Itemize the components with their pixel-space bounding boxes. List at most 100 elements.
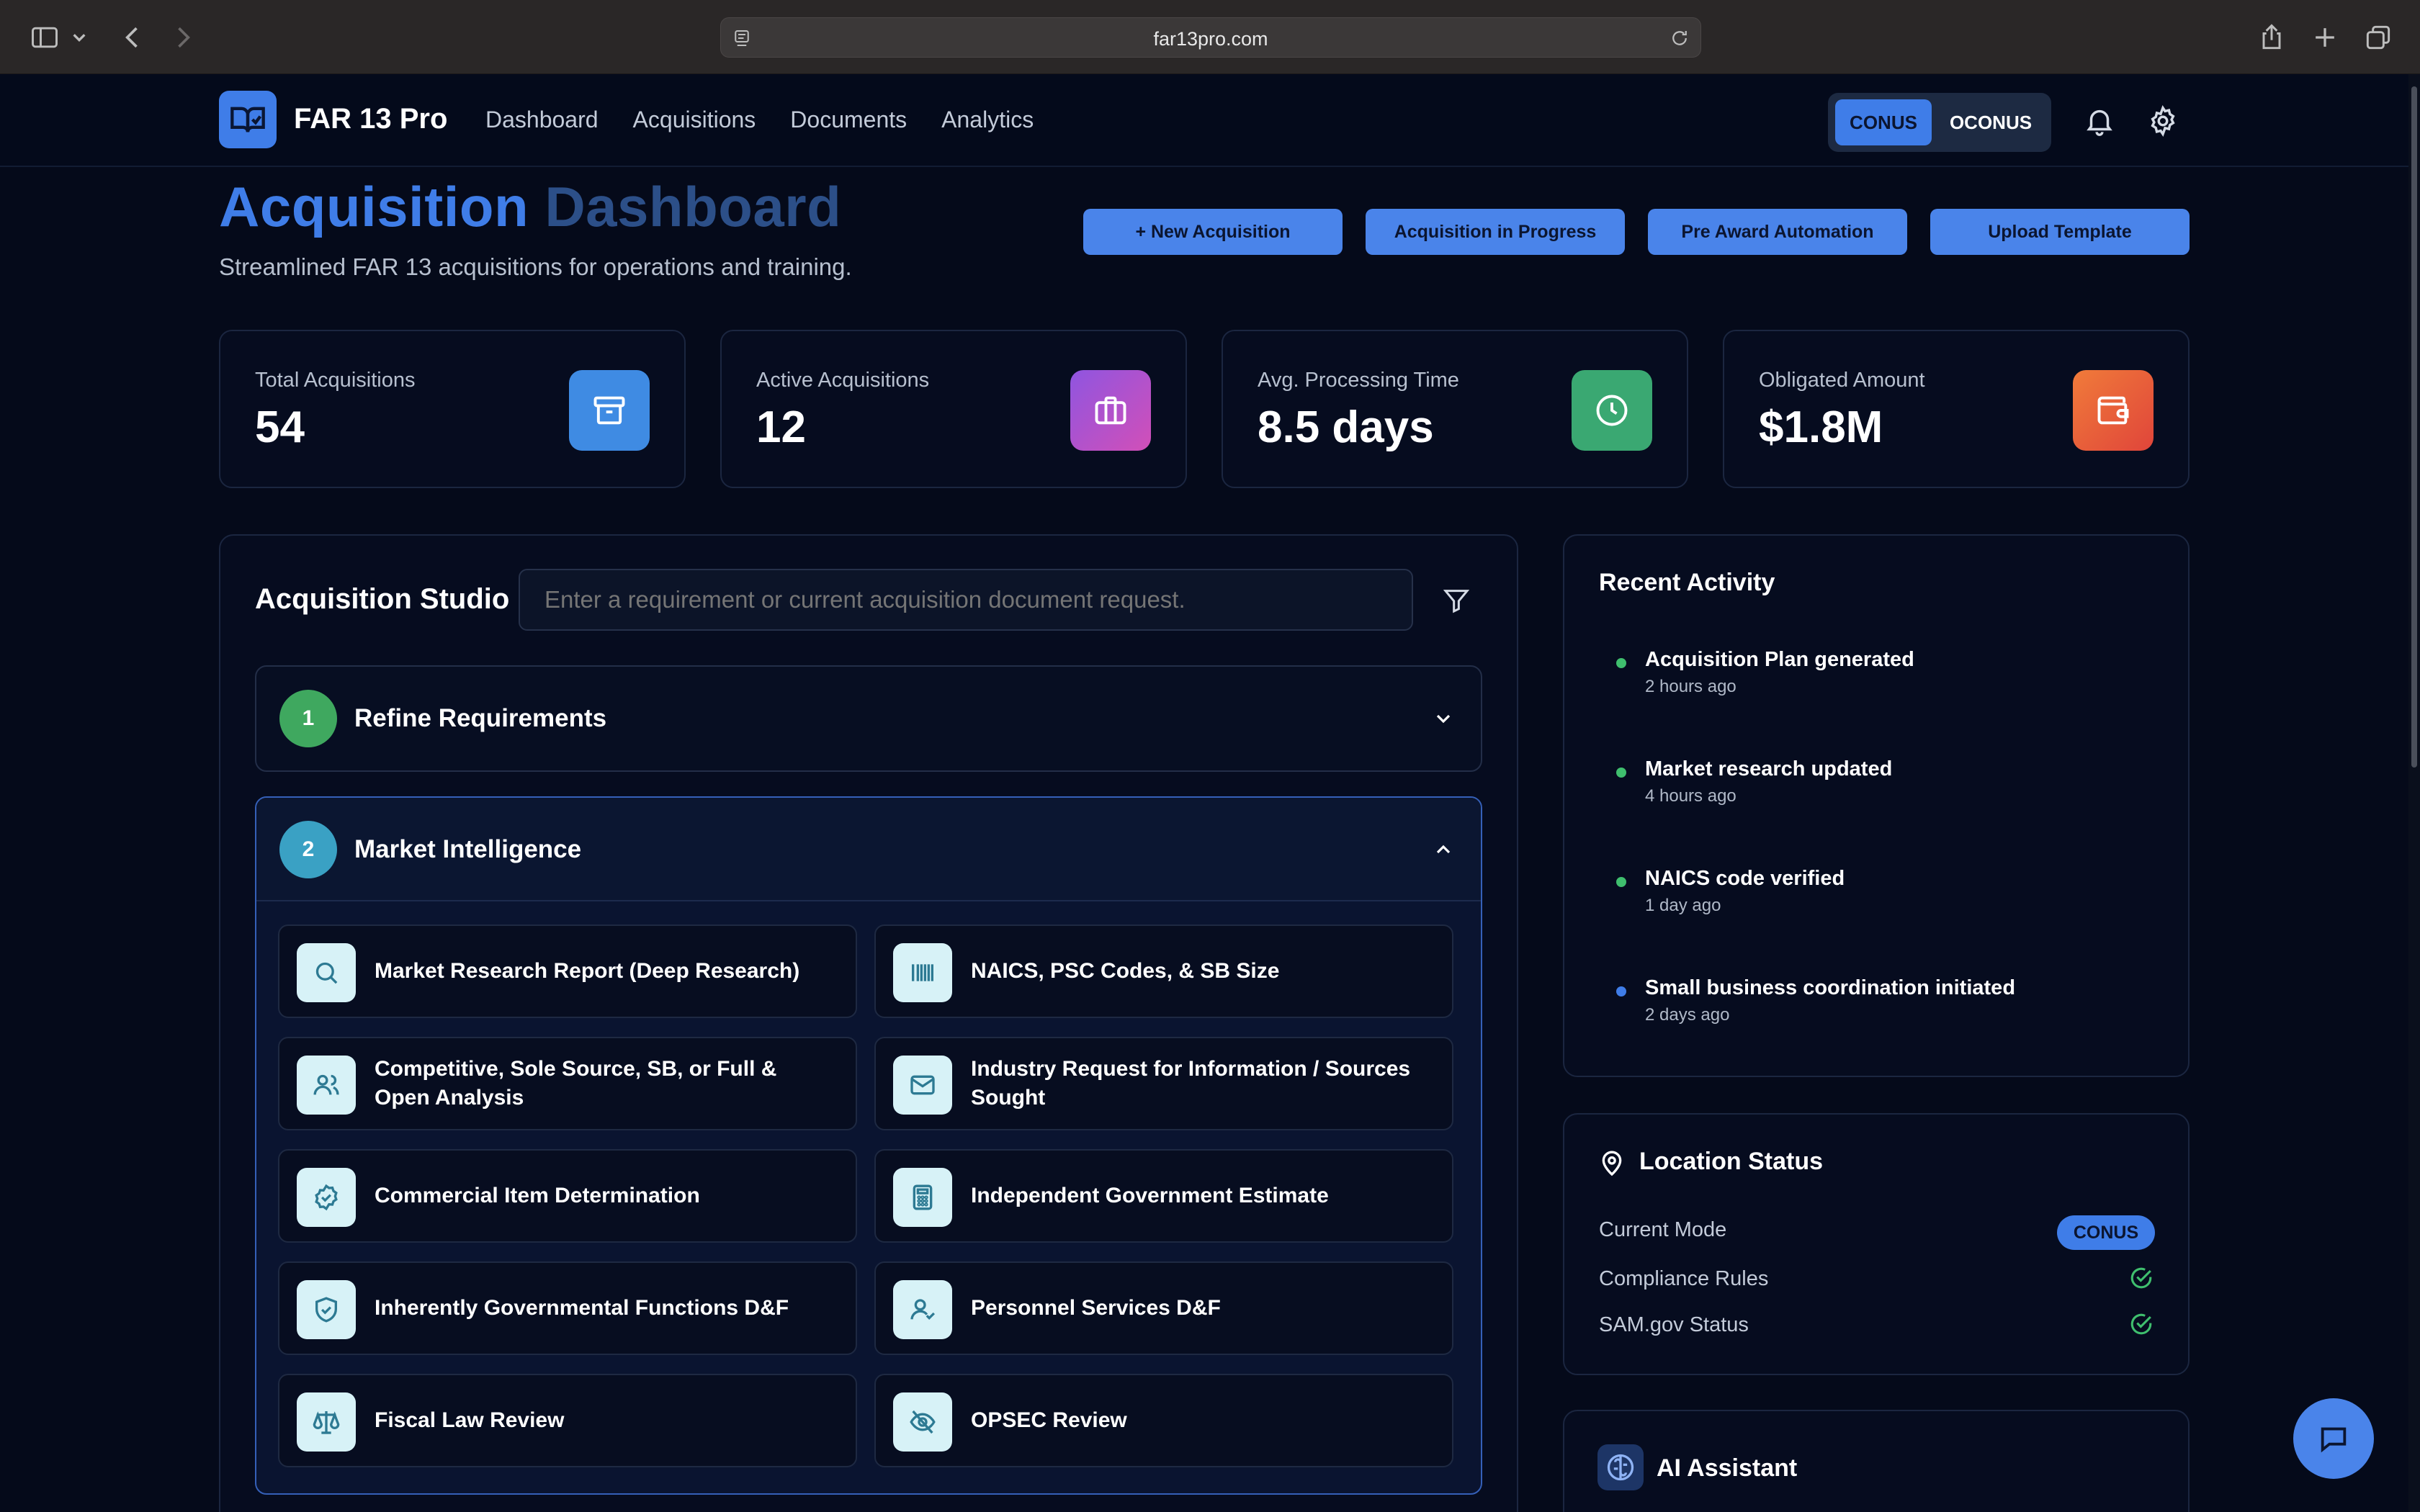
activity-title: Small business coordination initiated [1645, 976, 2016, 999]
tile-fiscal-law[interactable]: Fiscal Law Review [278, 1374, 857, 1467]
new-acquisition-button[interactable]: + New Acquisition [1083, 209, 1343, 255]
eye-off-icon [893, 1392, 952, 1452]
tile-label: Inherently Governmental Functions D&F [375, 1296, 789, 1320]
step-market-intelligence: 2 Market Intelligence Market Research Re… [255, 796, 1482, 1495]
logo[interactable] [219, 91, 277, 148]
url-text: far13pro.com [1153, 28, 1268, 50]
stat-value: 8.5 days [1258, 402, 1434, 452]
forward-icon[interactable] [167, 22, 199, 53]
tile-personnel-services[interactable]: Personnel Services D&F [874, 1261, 1453, 1355]
users-icon [297, 1056, 356, 1115]
tile-label: Fiscal Law Review [375, 1408, 565, 1432]
page-subtitle: Streamlined FAR 13 acquisitions for oper… [219, 253, 852, 280]
mode-conus-button[interactable]: CONUS [1835, 99, 1932, 145]
tile-ige[interactable]: Independent Government Estimate [874, 1149, 1453, 1243]
ai-assistant-panel: AI Assistant [1563, 1410, 2190, 1512]
chat-button[interactable] [2293, 1398, 2374, 1479]
address-bar[interactable]: far13pro.com [720, 17, 1701, 58]
share-icon[interactable] [2256, 22, 2287, 53]
nav-acquisitions[interactable]: Acquisitions [633, 107, 756, 133]
activity-time: 2 hours ago [1645, 677, 1736, 696]
compliance-rules-label: Compliance Rules [1599, 1267, 1769, 1290]
tile-label: Commercial Item Determination [375, 1184, 700, 1207]
activity-title: Acquisition Plan generated [1645, 648, 1914, 671]
panel-title: Recent Activity [1599, 569, 1775, 596]
step-header[interactable]: 1 Refine Requirements [256, 667, 1481, 770]
page-title-part1: Acquisition [219, 175, 529, 238]
pre-award-automation-button[interactable]: Pre Award Automation [1648, 209, 1907, 255]
studio-search-input[interactable] [519, 569, 1413, 631]
step-number: 2 [279, 821, 337, 878]
acquisition-in-progress-button[interactable]: Acquisition in Progress [1366, 209, 1625, 255]
gear-icon[interactable] [2146, 104, 2179, 138]
barcode-icon [893, 943, 952, 1002]
tile-label: OPSEC Review [971, 1408, 1127, 1432]
upload-template-button[interactable]: Upload Template [1930, 209, 2190, 255]
chevron-down-icon[interactable] [69, 22, 89, 53]
stat-label: Total Acquisitions [255, 369, 416, 392]
nav-analytics[interactable]: Analytics [941, 107, 1034, 133]
stat-label: Avg. Processing Time [1258, 369, 1459, 392]
current-mode-label: Current Mode [1599, 1218, 1727, 1241]
tile-label: Independent Government Estimate [971, 1184, 1329, 1207]
tile-inherently-governmental[interactable]: Inherently Governmental Functions D&F [278, 1261, 857, 1355]
tile-label: NAICS, PSC Codes, & SB Size [971, 959, 1280, 983]
status-dot [1616, 768, 1626, 778]
tile-naics-psc[interactable]: NAICS, PSC Codes, & SB Size [874, 924, 1453, 1018]
app-header: FAR 13 Pro Dashboard Acquisitions Docume… [0, 74, 2408, 167]
stat-value: $1.8M [1759, 402, 1883, 452]
tile-commercial-item[interactable]: Commercial Item Determination [278, 1149, 857, 1243]
mode-oconus-button[interactable]: OCONUS [1937, 99, 2044, 145]
check-circle-icon [2129, 1266, 2154, 1290]
step-refine-requirements[interactable]: 1 Refine Requirements [255, 665, 1482, 772]
scrollbar-thumb[interactable] [2411, 86, 2417, 768]
reload-icon[interactable] [1669, 27, 1690, 49]
sam-gov-status-label: SAM.gov Status [1599, 1313, 1749, 1336]
status-dot [1616, 877, 1626, 887]
stat-label: Obligated Amount [1759, 369, 1925, 392]
badge-check-icon [297, 1168, 356, 1227]
recent-activity-panel: Recent Activity Acquisition Plan generat… [1563, 534, 2190, 1077]
activity-time: 1 day ago [1645, 896, 1721, 915]
clock-icon [1572, 370, 1652, 451]
tile-industry-rfi[interactable]: Industry Request for Information / Sourc… [874, 1037, 1453, 1130]
nav-documents[interactable]: Documents [790, 107, 907, 133]
bell-icon[interactable] [2083, 104, 2116, 138]
panel-title: Location Status [1639, 1148, 1824, 1175]
current-mode-badge: CONUS [2057, 1215, 2155, 1250]
tile-competition-analysis[interactable]: Competitive, Sole Source, SB, or Full & … [278, 1037, 857, 1130]
activity-title: Market research updated [1645, 757, 1893, 780]
tile-opsec-review[interactable]: OPSEC Review [874, 1374, 1453, 1467]
chevron-up-icon[interactable] [1432, 838, 1455, 861]
map-pin-icon [1597, 1149, 1626, 1178]
back-icon[interactable] [117, 22, 148, 53]
tab-overview-icon[interactable] [2362, 22, 2394, 53]
brand-name[interactable]: FAR 13 Pro [294, 103, 447, 135]
status-dot [1616, 658, 1626, 668]
step-name: Market Intelligence [354, 835, 582, 863]
page-title-part2: Dashboard [544, 175, 842, 238]
activity-title: NAICS code verified [1645, 867, 1845, 890]
tile-market-research[interactable]: Market Research Report (Deep Research) [278, 924, 857, 1018]
status-dot [1616, 986, 1626, 996]
studio-title: Acquisition Studio [255, 583, 510, 615]
stat-card-total: Total Acquisitions 54 [219, 330, 686, 488]
brain-icon [1597, 1444, 1644, 1490]
step-name: Refine Requirements [354, 704, 607, 732]
nav-dashboard[interactable]: Dashboard [485, 107, 599, 133]
stat-value: 12 [756, 402, 806, 452]
browser-toolbar: far13pro.com [0, 0, 2420, 74]
tile-label: Competitive, Sole Source, SB, or Full & … [375, 1057, 777, 1110]
message-icon [2321, 1427, 2347, 1453]
new-tab-icon[interactable] [2309, 22, 2341, 53]
step-header[interactable]: 2 Market Intelligence [256, 798, 1481, 901]
wallet-icon [2073, 370, 2154, 451]
chevron-down-icon[interactable] [1432, 707, 1455, 730]
shield-check-icon [297, 1280, 356, 1339]
page-title: Acquisition Dashboard [219, 174, 841, 240]
sidebar-toggle-icon[interactable] [29, 22, 60, 53]
stat-card-obligated: Obligated Amount $1.8M [1723, 330, 2190, 488]
mail-icon [893, 1056, 952, 1115]
calculator-icon [893, 1168, 952, 1227]
filter-icon[interactable] [1442, 586, 1471, 615]
